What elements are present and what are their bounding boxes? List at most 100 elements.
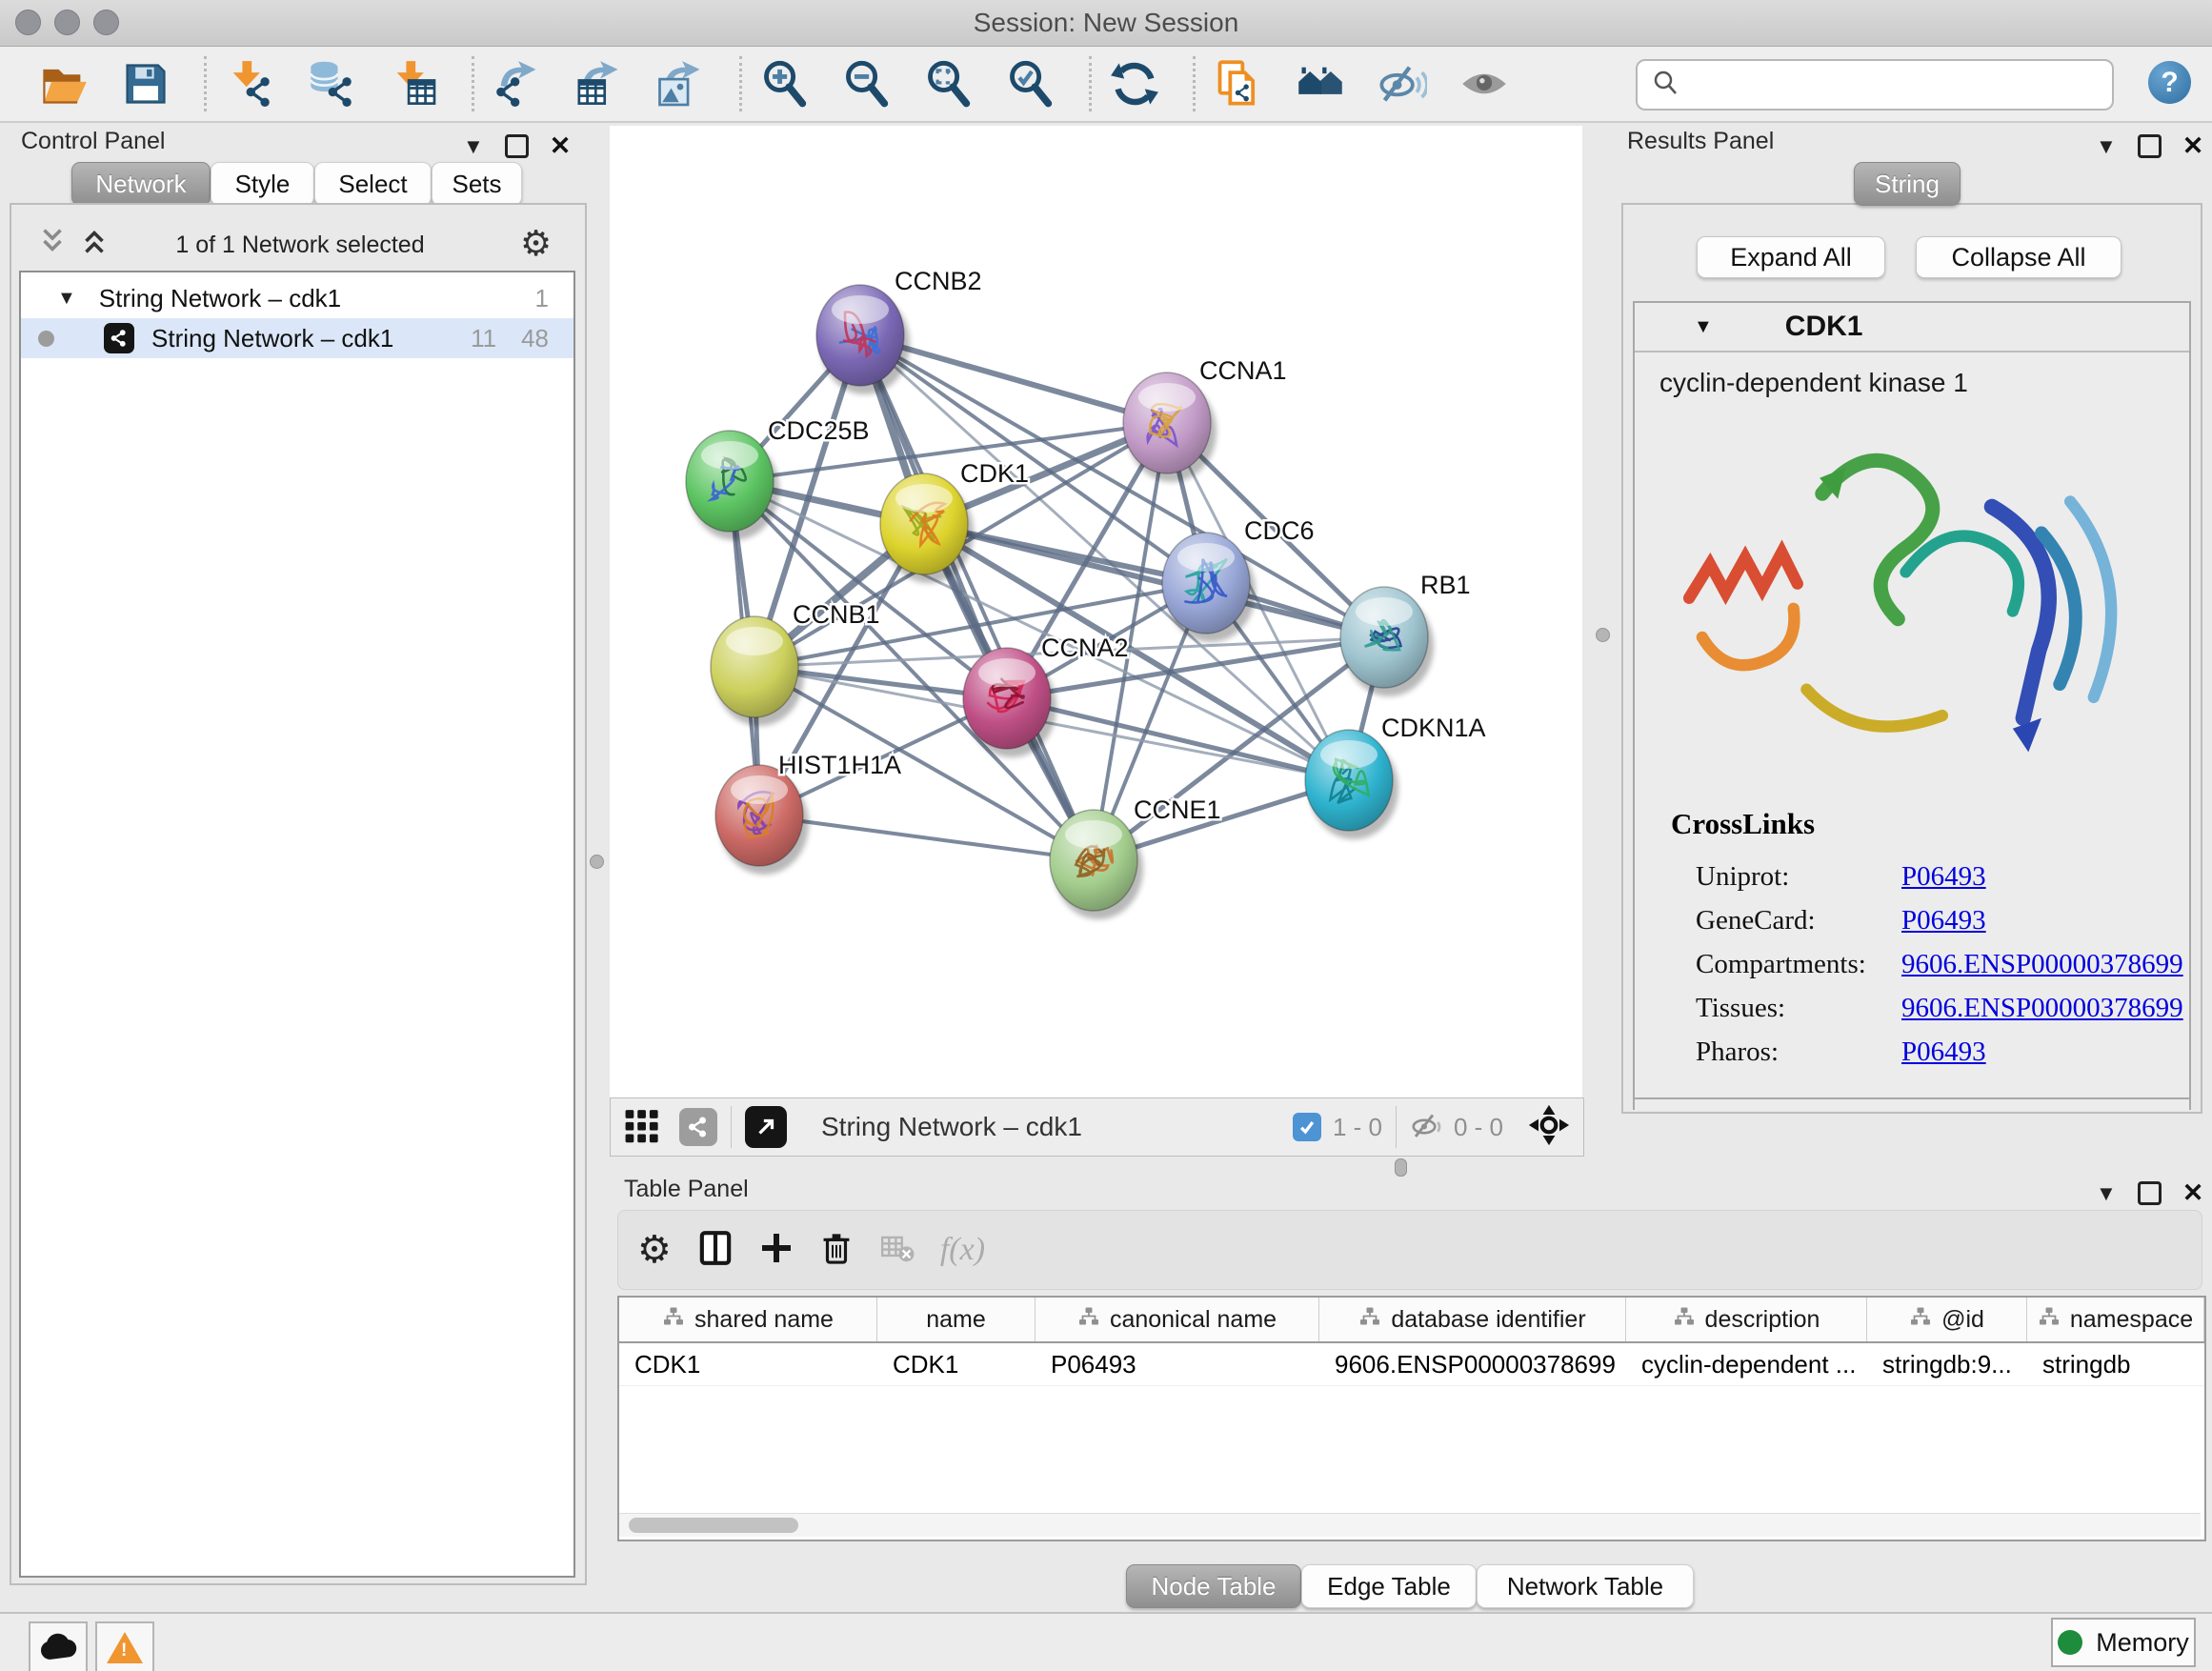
close-panel-icon[interactable]: ✕ <box>2182 131 2204 161</box>
tab-network[interactable]: Network <box>71 162 211 206</box>
collection-expand-icon[interactable]: ▼ <box>57 288 76 310</box>
tab-select[interactable]: Select <box>314 162 432 206</box>
table-cell[interactable]: cyclin-dependent ... <box>1626 1343 1867 1385</box>
zoom-in-button[interactable] <box>757 56 813 111</box>
column-header-id[interactable]: @id <box>1867 1298 2027 1341</box>
show-columns-icon[interactable] <box>696 1229 734 1272</box>
new-network-from-selection-button[interactable] <box>1211 56 1266 111</box>
selected-checkbox-icon[interactable] <box>1293 1113 1321 1141</box>
crosslink-value-link[interactable]: P06493 <box>1901 861 1986 893</box>
collapse-all-button[interactable]: Collapse All <box>1916 236 2122 278</box>
table-cell[interactable]: 9606.ENSP00000378699 <box>1319 1343 1626 1385</box>
network-node-RB1[interactable]: RB1 <box>1340 571 1471 696</box>
crosslink-value-link[interactable]: 9606.ENSP00000378699 <box>1901 993 2183 1024</box>
close-panel-icon[interactable]: ✕ <box>550 131 572 161</box>
panel-menu-icon[interactable]: ▼ <box>2096 1181 2117 1206</box>
bottom-splitter-handle[interactable] <box>1395 1158 1407 1177</box>
open-session-button[interactable] <box>36 56 91 111</box>
column-header-description[interactable]: description <box>1626 1298 1867 1341</box>
network-node-CCNE1[interactable]: CCNE1 <box>1050 795 1221 919</box>
cloud-service-button[interactable] <box>29 1621 88 1671</box>
network-node-CDC6[interactable]: CDC6 <box>1162 516 1315 642</box>
crosslink-value-link[interactable]: P06493 <box>1901 1037 1986 1068</box>
network-edge-HIST1H1A-CCNE1[interactable] <box>759 815 1094 860</box>
zoom-selected-button[interactable] <box>1003 56 1058 111</box>
right-splitter-handle[interactable] <box>1596 628 1610 642</box>
tab-network-table[interactable]: Network Table <box>1477 1564 1694 1608</box>
delete-column-icon[interactable] <box>818 1230 855 1271</box>
left-splitter-handle[interactable] <box>590 855 604 869</box>
panel-menu-icon[interactable]: ▼ <box>2096 134 2117 159</box>
float-panel-icon[interactable] <box>2138 134 2162 158</box>
export-network-button[interactable] <box>490 56 545 111</box>
network-node-HIST1H1A[interactable]: HIST1H1A <box>715 751 901 875</box>
show-all-button[interactable] <box>1457 56 1512 111</box>
help-button[interactable]: ? <box>2148 61 2191 104</box>
delete-table-icon[interactable] <box>879 1230 915 1271</box>
table-cell[interactable]: stringdb <box>2027 1343 2204 1385</box>
close-panel-icon[interactable]: ✕ <box>2182 1178 2204 1208</box>
network-node-CCNB2[interactable]: CCNB2 <box>816 267 982 394</box>
crosslink-value-link[interactable]: P06493 <box>1901 905 1986 936</box>
export-image-button[interactable] <box>654 56 709 111</box>
panel-menu-icon[interactable]: ▼ <box>463 134 484 159</box>
hidden-eye-icon[interactable] <box>1410 1108 1444 1147</box>
crosslink-value-link[interactable]: 9606.ENSP00000378699 <box>1901 949 2183 980</box>
zoom-fit-button[interactable] <box>921 56 976 111</box>
import-table-button[interactable] <box>386 56 441 111</box>
tab-style[interactable]: Style <box>211 162 314 206</box>
import-network-button[interactable] <box>222 56 277 111</box>
column-header-shared-name[interactable]: shared name <box>619 1298 877 1341</box>
apply-layout-button[interactable] <box>1107 56 1162 111</box>
tab-edge-table[interactable]: Edge Table <box>1301 1564 1477 1608</box>
gene-collapse-icon[interactable]: ▼ <box>1694 316 1713 338</box>
expand-all-button[interactable]: Expand All <box>1697 236 1885 278</box>
function-builder-icon[interactable]: f(x) <box>940 1232 985 1268</box>
expand-all-tree-icon[interactable] <box>36 225 69 262</box>
search-input[interactable] <box>1689 65 2112 105</box>
table-cell[interactable]: CDK1 <box>877 1343 1036 1385</box>
network-row[interactable]: String Network – cdk1 11 48 <box>21 318 573 358</box>
scrollbar-thumb[interactable] <box>629 1518 798 1533</box>
column-header-namespace[interactable]: namespace <box>2027 1298 2204 1341</box>
create-column-icon[interactable] <box>759 1231 794 1270</box>
warnings-button[interactable]: ! <box>95 1621 154 1671</box>
hide-selected-button[interactable] <box>1375 56 1430 111</box>
network-node-CDC25B[interactable]: CDC25B <box>686 416 870 540</box>
tab-string[interactable]: String <box>1854 162 1961 206</box>
table-options-gear-icon[interactable]: ⚙ <box>637 1228 672 1272</box>
import-network-database-button[interactable] <box>304 56 359 111</box>
gene-card-header[interactable]: ▼ CDK1 <box>1635 303 2189 352</box>
table-row[interactable]: CDK1CDK1P064939606.ENSP00000378699cyclin… <box>619 1343 2204 1386</box>
network-node-CCNA1[interactable]: CCNA1 <box>1123 356 1287 482</box>
network-collection-row[interactable]: ▼ String Network – cdk1 1 <box>21 278 573 318</box>
tab-node-table[interactable]: Node Table <box>1126 1564 1301 1608</box>
zoom-out-button[interactable] <box>839 56 895 111</box>
save-session-button[interactable] <box>118 56 173 111</box>
float-panel-icon[interactable] <box>2138 1181 2162 1205</box>
column-header-canonical-name[interactable]: canonical name <box>1036 1298 1319 1341</box>
network-node-CDKN1A[interactable]: CDKN1A <box>1305 714 1486 839</box>
table-cell[interactable]: P06493 <box>1036 1343 1319 1385</box>
birds-eye-view-icon[interactable] <box>624 1107 660 1148</box>
network-edge-CCNB2-CCNE1[interactable] <box>860 335 1094 860</box>
table-cell[interactable]: CDK1 <box>619 1343 877 1385</box>
collapse-all-tree-icon[interactable] <box>78 225 111 262</box>
pan-crosshair-icon[interactable] <box>1528 1104 1570 1151</box>
network-node-CDK1[interactable]: CDK1 <box>880 459 1029 583</box>
network-edge-CDK1-RB1[interactable] <box>924 524 1384 637</box>
float-panel-icon[interactable] <box>505 134 529 158</box>
network-options-gear-icon[interactable]: ⚙ <box>520 223 552 264</box>
memory-button[interactable]: Memory <box>2051 1618 2196 1667</box>
tab-sets[interactable]: Sets <box>432 162 522 206</box>
network-node-CCNA2[interactable]: CCNA2 <box>963 634 1129 757</box>
table-horizontal-scrollbar[interactable] <box>619 1513 2201 1537</box>
string-badge-icon[interactable] <box>679 1108 717 1146</box>
open-in-window-icon[interactable] <box>745 1106 787 1148</box>
column-header-name[interactable]: name <box>877 1298 1036 1341</box>
column-header-database-identifier[interactable]: database identifier <box>1319 1298 1626 1341</box>
first-neighbors-button[interactable] <box>1293 56 1348 111</box>
export-table-button[interactable] <box>572 56 627 111</box>
table-cell[interactable]: stringdb:9... <box>1867 1343 2027 1385</box>
network-canvas[interactable]: CCNB2CCNA1CDC25BCDK1CDC6RB1CCNB1CCNA2CDK… <box>610 126 1582 1097</box>
